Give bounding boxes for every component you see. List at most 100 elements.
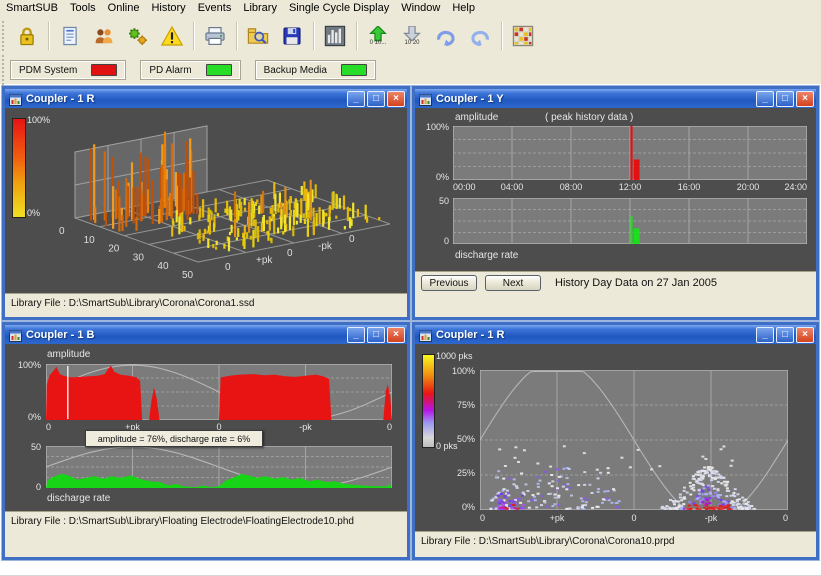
y2-axis-max: 50 [11,442,41,452]
matrix-button[interactable] [508,19,538,53]
scale-down-label: 10 20 [404,41,419,46]
alarm-button[interactable] [157,19,187,53]
time-axis-labels: 00:0004:0008:0012:0016:0020:0024:00 [453,182,807,194]
phase-tick-label: 0 [287,248,293,259]
window-coupler-1b-phase: Coupler - 1 B _ □ × amplitude 100% 0% 0+… [2,322,410,560]
floppy-disk-icon [281,25,303,47]
lock-button[interactable] [12,19,42,53]
indicator-led [91,64,117,76]
amplitude-label: amplitude [455,112,498,123]
report-icon [59,25,81,47]
report-button[interactable] [55,19,85,53]
status-indicator-row: PDM System PD Alarm Backup Media [0,56,821,84]
titlebar[interactable]: Coupler - 1 B _ □ × [5,325,407,344]
previous-button[interactable]: Previous [421,275,477,291]
discharge-phase-plot[interactable] [46,446,392,488]
y-axis-max: 100% [11,360,41,370]
toolbar-grip[interactable] [2,21,7,51]
menu-item-smartsub[interactable]: SmartSUB [0,1,64,15]
users-button[interactable] [89,19,119,53]
redo-button[interactable] [431,19,461,53]
minimize-button[interactable]: _ [756,91,774,107]
settings-button[interactable] [123,19,153,53]
window-title: Coupler - 1 R [26,93,345,105]
undo-button[interactable] [465,19,495,53]
menu-item-online[interactable]: Online [102,1,146,15]
menu-item-single-cycle-display[interactable]: Single Cycle Display [283,1,395,15]
maximize-button[interactable]: □ [776,327,794,343]
minimize-button[interactable]: _ [756,327,774,343]
window-title: Coupler - 1 Y [436,93,754,105]
y2-axis-min: 0 [11,482,41,492]
indicator-pd-alarm: PD Alarm [140,60,240,80]
x-tick-label: 0 [387,422,392,432]
x-tick-label: 0 [480,513,485,523]
y-axis-min: 0% [419,172,449,182]
depth-tick-label: 50 [182,270,194,281]
amplitude-history-plot[interactable] [453,126,807,180]
pulse-count-colorbar [422,354,435,448]
discharge-rate-label: discharge rate [455,250,518,261]
x-tick-label: -pk [299,422,312,432]
window-title: Coupler - 1 B [26,329,345,341]
indicator-label: PDM System [19,65,77,76]
indicator-led [206,64,232,76]
minimize-button[interactable]: _ [347,91,365,107]
y-tick-label: 0% [445,502,475,512]
scale-down-button[interactable]: 10 20 [397,19,427,53]
menu-item-library[interactable]: Library [237,1,283,15]
titlebar[interactable]: Coupler - 1 R _ □ × [415,325,816,344]
next-button[interactable]: Next [485,275,541,291]
phase-resolved-charts: amplitude 100% 0% 0+pk0-pk0 amplitude = … [5,344,407,511]
discharge-history-plot[interactable] [453,198,807,244]
toolbar-separator [313,22,314,50]
indicator-label: Backup Media [264,65,327,76]
menu-item-tools[interactable]: Tools [64,1,102,15]
prpd-3d-chart[interactable]: 100% 0% 010203040500+pk0-pk0 [5,108,407,293]
scale-up-button[interactable]: 0 10... [363,19,393,53]
menu-item-events[interactable]: Events [192,1,238,15]
minimize-button[interactable]: _ [347,327,365,343]
maximize-button[interactable]: □ [367,327,385,343]
users-icon [92,25,116,47]
library-search-button[interactable] [243,19,273,53]
colorbar-max-label: 1000 pks [436,351,473,361]
indicator-led [341,64,367,76]
maximize-button[interactable]: □ [367,91,385,107]
save-button[interactable] [277,19,307,53]
titlebar[interactable]: Coupler - 1 Y _ □ × [415,89,816,108]
menu-item-help[interactable]: Help [446,1,481,15]
menu-item-history[interactable]: History [145,1,191,15]
peak-history-subtitle: ( peak history data ) [545,112,633,123]
x-tick-label: 20:00 [737,182,760,192]
phase-plot-button[interactable] [320,19,350,53]
close-button[interactable]: × [796,91,814,107]
redo-arrow-icon [434,25,458,47]
close-button[interactable]: × [387,327,405,343]
search-folder-icon [246,25,270,47]
close-button[interactable]: × [796,327,814,343]
y-tick-label: 100% [445,366,475,376]
x-tick-label: 0 [783,513,788,523]
indicator-row-grip[interactable] [2,55,7,85]
depth-tick-label: 40 [157,261,169,272]
indicator-label: PD Alarm [149,65,191,76]
history-control-bar: Previous Next History Day Data on 27 Jan… [415,271,816,294]
amplitude-phase-plot[interactable] [46,364,392,420]
library-file-statusbar: Library File : D:\SmartSub\Library\Float… [5,511,407,530]
print-button[interactable] [200,19,230,53]
y-axis-max: 100% [419,122,449,132]
menu-item-window[interactable]: Window [395,1,446,15]
chart-tooltip: amplitude = 76%, discharge rate = 6% [85,430,263,447]
phase-tick-label: 0 [349,234,355,245]
close-button[interactable]: × [387,91,405,107]
prpd-scatter-plot[interactable] [480,370,788,510]
titlebar[interactable]: Coupler - 1 R _ □ × [5,89,407,108]
window-title: Coupler - 1 R [436,329,754,341]
phase-axis-labels: 0+pk0-pk0 [480,513,788,525]
colorbar-max-label: 100% [27,115,50,125]
amplitude-label: amplitude [47,349,90,360]
maximize-button[interactable]: □ [776,91,794,107]
x-tick-label: 12:00 [619,182,642,192]
depth-tick-label: 30 [133,252,145,263]
